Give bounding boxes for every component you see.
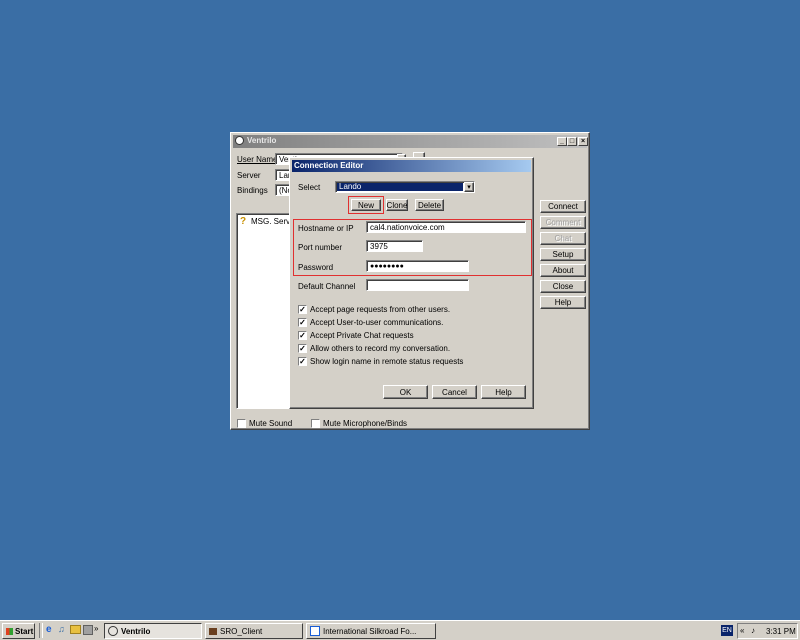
folder-icon[interactable] (70, 625, 81, 634)
quicklaunch-expand-icon[interactable]: » (94, 624, 98, 633)
help-button[interactable]: Help (540, 296, 586, 309)
editor-titlebar[interactable]: Connection Editor (292, 160, 531, 172)
ventrilo-title: Ventrilo (247, 136, 277, 145)
port-label: Port number (298, 243, 343, 252)
allow-record-label: Allow others to record my conversation. (310, 344, 451, 353)
ventrilo-app-icon (235, 136, 244, 145)
ventrilo-titlebar[interactable]: Ventrilo _ □ × (233, 135, 588, 148)
hostname-input[interactable]: cal4.nationvoice.com (366, 221, 526, 233)
delete-button[interactable]: Delete (415, 199, 444, 211)
start-button[interactable]: Start (2, 623, 35, 639)
comment-button[interactable]: Comment (540, 216, 586, 229)
sro-task-icon (209, 627, 217, 635)
language-indicator[interactable]: EN (721, 625, 733, 636)
connection-editor-dialog: Connection Editor Select Lando ▾ New Clo… (289, 157, 534, 409)
quicklaunch-divider (39, 623, 43, 638)
task-silkroad-forum[interactable]: International Silkroad Fo... (306, 623, 436, 639)
bindings-label: Bindings (237, 186, 268, 195)
select-label: Select (298, 183, 321, 192)
connect-button[interactable]: Connect (540, 200, 586, 213)
mute-mic-label: Mute Microphone/Binds (323, 419, 408, 428)
show-login-name-checkbox[interactable]: ✓ (298, 357, 307, 366)
app-quicklaunch-icon[interactable] (83, 625, 93, 635)
close-button[interactable]: Close (540, 280, 586, 293)
chat-button[interactable]: Chat (540, 232, 586, 245)
clone-button[interactable]: Clone (386, 199, 408, 211)
port-input[interactable]: 3975 (366, 240, 423, 252)
volume-icon[interactable]: ♪ (751, 626, 755, 635)
task-sro-client-label: SRO_Client (220, 626, 263, 636)
task-sro-client[interactable]: SRO_Client (205, 623, 303, 639)
accept-page-label: Accept page requests from other users. (310, 305, 451, 314)
password-label: Password (298, 263, 334, 272)
minimize-icon[interactable]: _ (557, 137, 567, 146)
show-login-name-label: Show login name in remote status request… (310, 357, 464, 366)
accept-user-to-user-checkbox[interactable]: ✓ (298, 318, 307, 327)
mute-sound-checkbox[interactable] (237, 419, 246, 428)
new-button[interactable]: New (351, 199, 381, 211)
cancel-button[interactable]: Cancel (432, 385, 477, 399)
select-combo[interactable]: Lando (335, 181, 475, 193)
password-input[interactable]: ●●●●●●●● (366, 260, 469, 272)
maximize-icon[interactable]: □ (567, 137, 577, 146)
mute-sound-label: Mute Sound (249, 419, 293, 428)
question-icon: ? (240, 216, 247, 227)
ie-icon[interactable]: e (46, 624, 52, 635)
close-icon[interactable]: × (578, 137, 588, 146)
select-combo-value: Lando (337, 183, 463, 191)
accept-page-checkbox[interactable]: ✓ (298, 305, 307, 314)
select-dropdown-button[interactable]: ▾ (464, 182, 474, 192)
default-channel-input[interactable] (366, 279, 469, 291)
ok-button[interactable]: OK (383, 385, 428, 399)
task-silkroad-forum-label: International Silkroad Fo... (323, 626, 417, 636)
editor-title: Connection Editor (294, 161, 364, 170)
hostname-label: Hostname or IP (298, 224, 354, 233)
browser-task-icon (310, 626, 320, 636)
system-tray: « ♪ 3:31 PM (737, 623, 798, 639)
accept-private-chat-label: Accept Private Chat requests (310, 331, 414, 340)
task-ventrilo-label: Ventrilo (121, 626, 151, 636)
windows-logo-icon (6, 627, 13, 635)
media-player-icon[interactable]: ♫ (58, 624, 65, 634)
username-label: User Name (237, 155, 278, 164)
task-ventrilo[interactable]: Ventrilo (104, 623, 202, 639)
accept-private-chat-checkbox[interactable]: ✓ (298, 331, 307, 340)
allow-record-checkbox[interactable]: ✓ (298, 344, 307, 353)
setup-button[interactable]: Setup (540, 248, 586, 261)
default-channel-label: Default Channel (298, 282, 356, 291)
ventrilo-task-icon (108, 626, 118, 636)
clock: 3:31 PM (766, 627, 796, 636)
mute-mic-checkbox[interactable] (311, 419, 320, 428)
about-button[interactable]: About (540, 264, 586, 277)
server-label: Server (237, 171, 261, 180)
accept-user-to-user-label: Accept User-to-user communications. (310, 318, 444, 327)
editor-help-button[interactable]: Help (481, 385, 526, 399)
channel-list[interactable]: ? MSG. Serve (236, 213, 295, 409)
tray-expand-icon[interactable]: « (740, 626, 744, 635)
start-label: Start (15, 626, 34, 636)
